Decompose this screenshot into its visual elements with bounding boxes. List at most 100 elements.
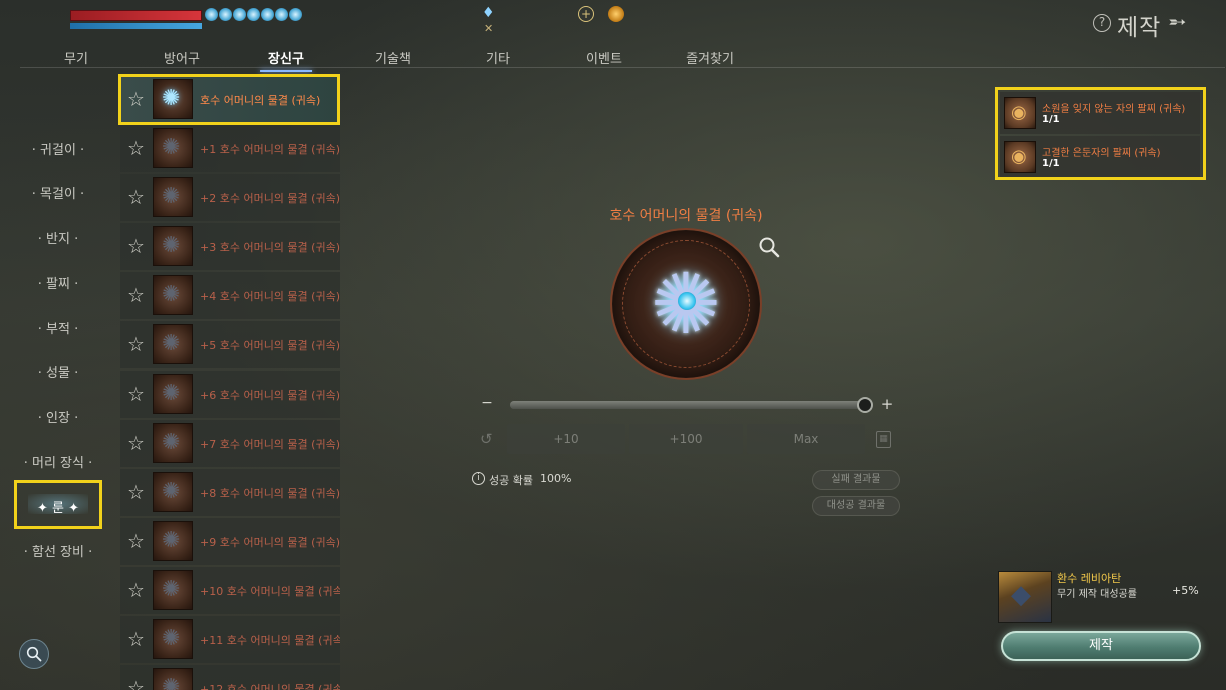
star-icon[interactable]: ☆: [127, 530, 145, 552]
item-thumbnail: ✺: [153, 275, 193, 315]
tab-event[interactable]: 이벤트: [586, 48, 622, 67]
list-item[interactable]: ☆ ✺ +10 호수 어머니의 물결 (귀속): [120, 567, 340, 614]
list-item-label: +6 호수 어머니의 물결 (귀속): [200, 389, 340, 402]
material-highlight-box: [995, 87, 1206, 180]
fail-result-button[interactable]: 실패 결과물: [812, 470, 900, 490]
list-item[interactable]: ☆ ✺ +12 호수 어머니의 물결 (귀속): [120, 665, 340, 690]
increase-button[interactable]: +: [879, 396, 895, 412]
list-item[interactable]: ☆ ✺ +4 호수 어머니의 물결 (귀속): [120, 272, 340, 319]
buff-icon: [275, 8, 288, 21]
category-relic[interactable]: · 성물 ·: [14, 362, 102, 381]
category-seal[interactable]: · 인장 ·: [14, 407, 102, 426]
success-rate-value: 100%: [540, 472, 572, 485]
star-icon[interactable]: ☆: [127, 235, 145, 257]
star-icon[interactable]: ☆: [127, 284, 145, 306]
great-success-result-button[interactable]: 대성공 결과물: [812, 496, 900, 516]
tab-favorites[interactable]: 즐겨찾기: [686, 48, 734, 67]
plus-10-button[interactable]: +10: [507, 424, 625, 454]
list-item-label: +3 호수 어머니의 물결 (귀속): [200, 241, 340, 254]
item-thumbnail: ✺: [153, 570, 193, 610]
list-item[interactable]: ☆ ✺ +7 호수 어머니의 물결 (귀속): [120, 420, 340, 467]
star-icon[interactable]: ☆: [127, 579, 145, 601]
flower-icon: ✺: [162, 282, 181, 307]
reset-icon[interactable]: ↺: [480, 430, 498, 448]
flower-icon: ✺: [162, 577, 181, 602]
plus-100-button[interactable]: +100: [629, 424, 743, 454]
calculator-icon[interactable]: ▦: [876, 431, 891, 448]
star-icon[interactable]: ☆: [127, 383, 145, 405]
list-item[interactable]: ☆ ✺ +5 호수 어머니의 물결 (귀속): [120, 321, 340, 368]
star-icon[interactable]: ☆: [127, 432, 145, 454]
list-item[interactable]: ☆ ✺ +2 호수 어머니의 물결 (귀속): [120, 174, 340, 221]
list-item[interactable]: ☆ ✺ +3 호수 어머니의 물결 (귀속): [120, 223, 340, 270]
mp-bar: [70, 23, 202, 29]
list-item[interactable]: ☆ ✺ +6 호수 어머니의 물결 (귀속): [120, 371, 340, 418]
list-item-label: +8 호수 어머니의 물결 (귀속): [200, 487, 340, 500]
star-icon[interactable]: ☆: [127, 677, 145, 690]
search-icon[interactable]: [19, 639, 49, 669]
gold-coin-icon: [608, 6, 624, 22]
creature-icon: ◆: [1011, 580, 1031, 610]
category-highlight-box: [14, 480, 102, 529]
list-item[interactable]: ☆ ✺ +11 호수 어머니의 물결 (귀속): [120, 616, 340, 663]
star-icon[interactable]: ☆: [127, 481, 145, 503]
flower-icon: ✺: [162, 233, 181, 258]
item-thumbnail: ✺: [153, 423, 193, 463]
tab-etc[interactable]: 기타: [486, 48, 510, 67]
list-item-label: +10 호수 어머니의 물결 (귀속): [200, 585, 340, 598]
list-item-label: +9 호수 어머니의 물결 (귀속): [200, 536, 340, 549]
exit-icon[interactable]: ➵: [1168, 10, 1202, 36]
plus-circle-icon[interactable]: +: [578, 6, 594, 22]
list-item[interactable]: ☆ ✺ +1 호수 어머니의 물결 (귀속): [120, 125, 340, 172]
category-charm[interactable]: · 부적 ·: [14, 318, 102, 337]
category-bracelet[interactable]: · 팔찌 ·: [14, 273, 102, 292]
category-ship-gear[interactable]: · 함선 장비 ·: [14, 541, 102, 560]
item-thumbnail: ✺: [153, 472, 193, 512]
buff-icon: [233, 8, 246, 21]
selected-item-title: 호수 어머니의 물결 (귀속): [609, 208, 763, 224]
buff-icon: [247, 8, 260, 21]
max-button[interactable]: Max: [747, 424, 865, 454]
list-item-label: +12 호수 어머니의 물결 (귀속): [200, 683, 340, 690]
star-icon[interactable]: ☆: [127, 628, 145, 650]
item-thumbnail: ✺: [153, 226, 193, 266]
bonus-description: 무기 제작 대성공률: [1057, 589, 1137, 600]
star-icon[interactable]: ☆: [127, 333, 145, 355]
tab-weapon[interactable]: 무기: [64, 48, 88, 67]
item-thumbnail: ✺: [153, 521, 193, 561]
buff-icon: [289, 8, 302, 21]
buff-icon: [261, 8, 274, 21]
item-list: ☆ ✺ 호수 어머니의 물결 (귀속) ☆ ✺ +1 호수 어머니의 물결 (귀…: [120, 76, 340, 690]
list-item[interactable]: ☆ ✺ +8 호수 어머니의 물결 (귀속): [120, 469, 340, 516]
tab-skillbook[interactable]: 기술책: [375, 48, 411, 67]
quantity-slider-knob[interactable]: [857, 397, 873, 413]
list-item-label: +7 호수 어머니의 물결 (귀속): [200, 438, 340, 451]
tab-bar: 무기 방어구 장신구 기술책 기타 이벤트 즐겨찾기: [20, 46, 1225, 72]
buff-icon: [219, 8, 232, 21]
buff-icons: [205, 8, 302, 21]
star-icon[interactable]: ☆: [127, 137, 145, 159]
flower-icon: ✺: [162, 626, 181, 651]
tab-armor[interactable]: 방어구: [164, 48, 200, 67]
list-item[interactable]: ☆ ✺ +9 호수 어머니의 물결 (귀속): [120, 518, 340, 565]
flower-icon: ✺: [162, 675, 181, 690]
list-item-label: +5 호수 어머니의 물결 (귀속): [200, 339, 340, 352]
list-item-label: +4 호수 어머니의 물결 (귀속): [200, 290, 340, 303]
category-headgear[interactable]: · 머리 장식 ·: [14, 452, 102, 471]
craft-button[interactable]: 제작: [1001, 631, 1201, 661]
quantity-slider-fill: [510, 401, 866, 409]
category-necklace[interactable]: · 목걸이 ·: [14, 183, 102, 202]
gem-center-icon: [678, 292, 696, 310]
flower-icon: ✺: [162, 184, 181, 209]
decrease-button[interactable]: −: [478, 396, 496, 412]
flower-icon: ✺: [162, 331, 181, 356]
help-icon[interactable]: ?: [1093, 14, 1111, 32]
item-thumbnail: ✺: [153, 128, 193, 168]
tab-accessory[interactable]: 장신구: [260, 48, 312, 72]
category-earring[interactable]: · 귀걸이 ·: [14, 139, 102, 158]
star-icon[interactable]: ☆: [127, 186, 145, 208]
category-ring[interactable]: · 반지 ·: [14, 228, 102, 247]
zoom-icon[interactable]: [758, 236, 780, 258]
item-thumbnail: ✺: [153, 177, 193, 217]
screen-title: 제작: [1117, 15, 1162, 41]
